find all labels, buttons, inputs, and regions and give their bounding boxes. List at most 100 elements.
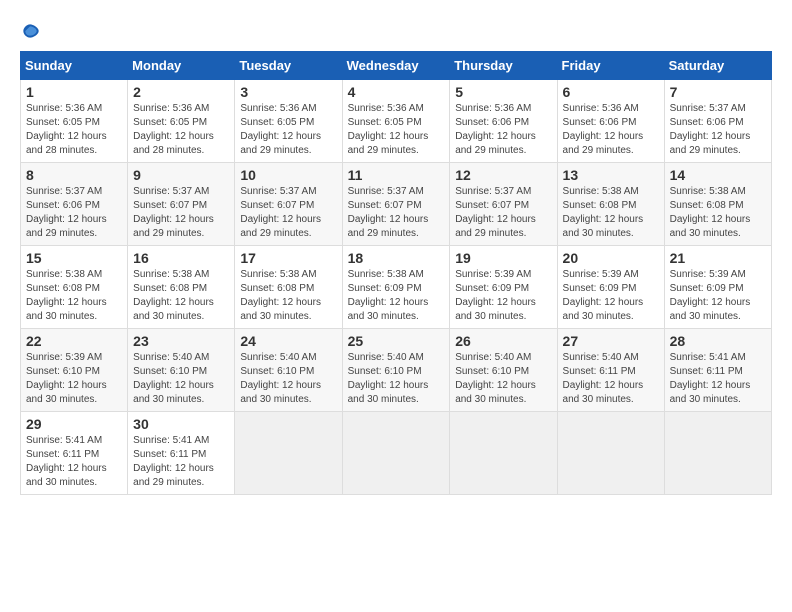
day-cell-11: 11 Sunrise: 5:37 AMSunset: 6:07 PMDayligh… <box>342 163 450 246</box>
day-info: Sunrise: 5:41 AMSunset: 6:11 PMDaylight:… <box>670 351 766 407</box>
day-number: 1 <box>26 84 122 100</box>
day-number: 14 <box>670 167 766 183</box>
day-number: 22 <box>26 333 122 349</box>
day-cell-12: 12Sunrise: 5:37 AMSunset: 6:07 PMDayligh… <box>450 163 557 246</box>
day-info: Sunrise: 5:37 AMSunset: 6:06 PMDaylight:… <box>26 185 122 241</box>
day-number: 17 <box>240 250 336 266</box>
day-info: Sunrise: 5:38 AMSunset: 6:08 PMDaylight:… <box>240 268 336 324</box>
week-row-4: 22 Sunrise: 5:39 AMSunset: 6:10 PMDayligh… <box>21 329 772 412</box>
day-cell-19: 19Sunrise: 5:39 AMSunset: 6:09 PMDayligh… <box>450 246 557 329</box>
header-thursday: Thursday <box>450 52 557 80</box>
day-info: Sunrise: 5:38 AMSunset: 6:08 PMDaylight:… <box>563 185 659 241</box>
day-cell-14: 14 Sunrise: 5:38 AMSunset: 6:08 PMDayligh… <box>664 163 771 246</box>
day-cell-2: 2Sunrise: 5:36 AMSunset: 6:05 PMDaylight… <box>128 80 235 163</box>
day-info: Sunrise: 5:36 AMSunset: 6:06 PMDaylight:… <box>455 102 551 158</box>
day-cell-5: 5 Sunrise: 5:36 AMSunset: 6:06 PMDaylight… <box>450 80 557 163</box>
day-number: 9 <box>133 167 229 183</box>
day-number: 4 <box>348 84 445 100</box>
day-cell-17: 17 Sunrise: 5:38 AMSunset: 6:08 PMDayligh… <box>235 246 342 329</box>
day-cell-16: 16 Sunrise: 5:38 AMSunset: 6:08 PMDayligh… <box>128 246 235 329</box>
day-info: Sunrise: 5:40 AMSunset: 6:10 PMDaylight:… <box>133 351 229 407</box>
header-friday: Friday <box>557 52 664 80</box>
day-cell-22: 22 Sunrise: 5:39 AMSunset: 6:10 PMDayligh… <box>21 329 128 412</box>
day-number: 21 <box>670 250 766 266</box>
day-info: Sunrise: 5:38 AMSunset: 6:08 PMDaylight:… <box>26 268 122 324</box>
day-info: Sunrise: 5:40 AMSunset: 6:10 PMDaylight:… <box>240 351 336 407</box>
day-info: Sunrise: 5:39 AMSunset: 6:09 PMDaylight:… <box>563 268 659 324</box>
day-info: Sunrise: 5:41 AMSunset: 6:11 PMDaylight:… <box>26 434 122 490</box>
empty-cell <box>235 412 342 495</box>
empty-cell <box>342 412 450 495</box>
day-cell-7: 7 Sunrise: 5:37 AMSunset: 6:06 PMDaylight… <box>664 80 771 163</box>
day-info: Sunrise: 5:36 AMSunset: 6:05 PMDaylight:… <box>348 102 445 158</box>
day-number: 29 <box>26 416 122 432</box>
day-info: Sunrise: 5:40 AMSunset: 6:11 PMDaylight:… <box>563 351 659 407</box>
week-row-3: 15 Sunrise: 5:38 AMSunset: 6:08 PMDayligh… <box>21 246 772 329</box>
day-info: Sunrise: 5:39 AMSunset: 6:10 PMDaylight:… <box>26 351 122 407</box>
day-number: 25 <box>348 333 445 349</box>
day-info: Sunrise: 5:40 AMSunset: 6:10 PMDaylight:… <box>455 351 551 407</box>
day-cell-3: 3 Sunrise: 5:36 AMSunset: 6:05 PMDaylight… <box>235 80 342 163</box>
day-cell-25: 25 Sunrise: 5:40 AMSunset: 6:10 PMDayligh… <box>342 329 450 412</box>
day-cell-10: 10Sunrise: 5:37 AMSunset: 6:07 PMDayligh… <box>235 163 342 246</box>
header-monday: Monday <box>128 52 235 80</box>
day-number: 24 <box>240 333 336 349</box>
header-tuesday: Tuesday <box>235 52 342 80</box>
day-number: 27 <box>563 333 659 349</box>
week-row-5: 29 Sunrise: 5:41 AMSunset: 6:11 PMDayligh… <box>21 412 772 495</box>
day-info: Sunrise: 5:36 AMSunset: 6:05 PMDaylight:… <box>26 102 122 158</box>
header-sunday: Sunday <box>21 52 128 80</box>
day-cell-8: 8 Sunrise: 5:37 AMSunset: 6:06 PMDaylight… <box>21 163 128 246</box>
empty-cell <box>664 412 771 495</box>
day-cell-13: 13 Sunrise: 5:38 AMSunset: 6:08 PMDayligh… <box>557 163 664 246</box>
empty-cell <box>450 412 557 495</box>
day-cell-18: 18 Sunrise: 5:38 AMSunset: 6:09 PMDayligh… <box>342 246 450 329</box>
day-number: 18 <box>348 250 445 266</box>
day-cell-23: 23Sunrise: 5:40 AMSunset: 6:10 PMDayligh… <box>128 329 235 412</box>
day-info: Sunrise: 5:38 AMSunset: 6:08 PMDaylight:… <box>670 185 766 241</box>
day-cell-9: 9 Sunrise: 5:37 AMSunset: 6:07 PMDaylight… <box>128 163 235 246</box>
header-saturday: Saturday <box>664 52 771 80</box>
day-number: 8 <box>26 167 122 183</box>
day-number: 10 <box>240 167 336 183</box>
day-info: Sunrise: 5:37 AMSunset: 6:07 PMDaylight:… <box>348 185 445 241</box>
day-number: 7 <box>670 84 766 100</box>
empty-cell <box>557 412 664 495</box>
day-number: 11 <box>348 167 445 183</box>
day-info: Sunrise: 5:37 AMSunset: 6:06 PMDaylight:… <box>670 102 766 158</box>
day-number: 12 <box>455 167 551 183</box>
day-info: Sunrise: 5:40 AMSunset: 6:10 PMDaylight:… <box>348 351 445 407</box>
day-cell-21: 21 Sunrise: 5:39 AMSunset: 6:09 PMDayligh… <box>664 246 771 329</box>
day-number: 20 <box>563 250 659 266</box>
calendar-header-row: SundayMondayTuesdayWednesdayThursdayFrid… <box>21 52 772 80</box>
logo <box>20 20 44 41</box>
day-number: 3 <box>240 84 336 100</box>
day-cell-20: 20 Sunrise: 5:39 AMSunset: 6:09 PMDayligh… <box>557 246 664 329</box>
day-info: Sunrise: 5:39 AMSunset: 6:09 PMDaylight:… <box>455 268 551 324</box>
day-info: Sunrise: 5:38 AMSunset: 6:08 PMDaylight:… <box>133 268 229 324</box>
day-info: Sunrise: 5:36 AMSunset: 6:06 PMDaylight:… <box>563 102 659 158</box>
day-number: 16 <box>133 250 229 266</box>
day-cell-6: 6Sunrise: 5:36 AMSunset: 6:06 PMDaylight… <box>557 80 664 163</box>
day-cell-27: 27 Sunrise: 5:40 AMSunset: 6:11 PMDayligh… <box>557 329 664 412</box>
day-info: Sunrise: 5:36 AMSunset: 6:05 PMDaylight:… <box>240 102 336 158</box>
day-cell-4: 4 Sunrise: 5:36 AMSunset: 6:05 PMDaylight… <box>342 80 450 163</box>
day-info: Sunrise: 5:38 AMSunset: 6:09 PMDaylight:… <box>348 268 445 324</box>
day-cell-30: 30 Sunrise: 5:41 AMSunset: 6:11 PMDayligh… <box>128 412 235 495</box>
day-cell-29: 29 Sunrise: 5:41 AMSunset: 6:11 PMDayligh… <box>21 412 128 495</box>
day-number: 30 <box>133 416 229 432</box>
day-info: Sunrise: 5:41 AMSunset: 6:11 PMDaylight:… <box>133 434 229 490</box>
day-cell-28: 28 Sunrise: 5:41 AMSunset: 6:11 PMDayligh… <box>664 329 771 412</box>
day-cell-24: 24 Sunrise: 5:40 AMSunset: 6:10 PMDayligh… <box>235 329 342 412</box>
day-info: Sunrise: 5:37 AMSunset: 6:07 PMDaylight:… <box>133 185 229 241</box>
day-number: 5 <box>455 84 551 100</box>
day-cell-26: 26Sunrise: 5:40 AMSunset: 6:10 PMDayligh… <box>450 329 557 412</box>
day-cell-1: 1 Sunrise: 5:36 AMSunset: 6:05 PMDaylight… <box>21 80 128 163</box>
day-info: Sunrise: 5:39 AMSunset: 6:09 PMDaylight:… <box>670 268 766 324</box>
week-row-1: 1 Sunrise: 5:36 AMSunset: 6:05 PMDaylight… <box>21 80 772 163</box>
header <box>20 20 772 41</box>
day-number: 2 <box>133 84 229 100</box>
day-number: 15 <box>26 250 122 266</box>
day-number: 13 <box>563 167 659 183</box>
day-number: 28 <box>670 333 766 349</box>
